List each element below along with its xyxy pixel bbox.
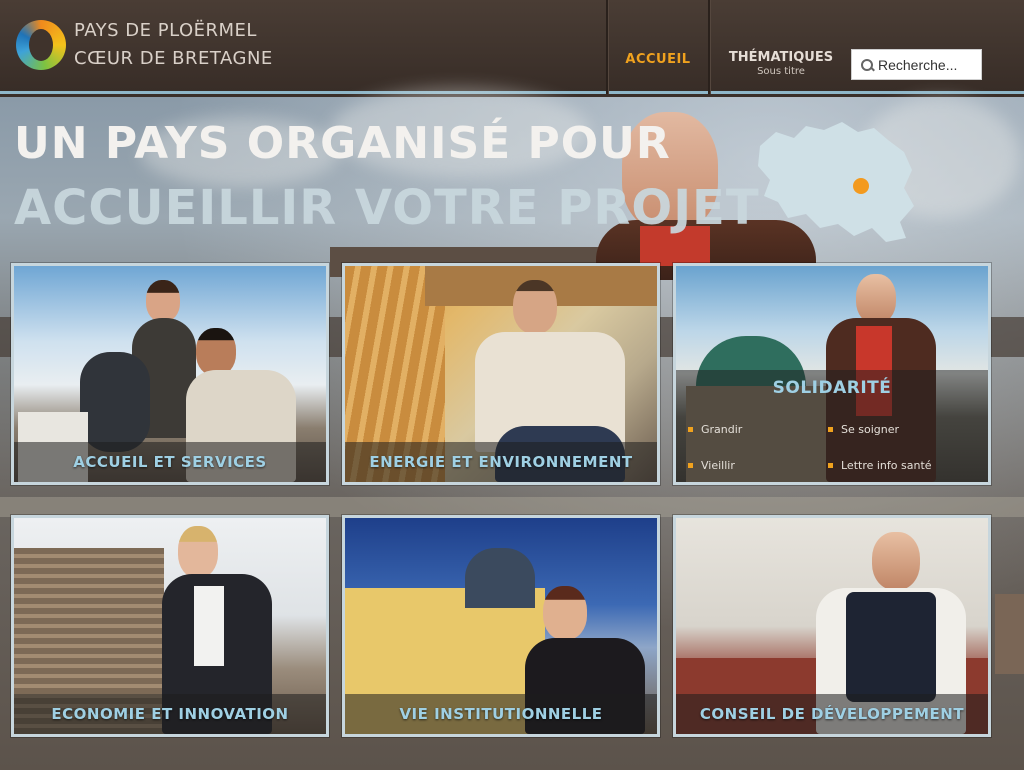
- link-lettre-info-sante[interactable]: Lettre info santé: [828, 459, 932, 472]
- tile-label-band: ECONOMIE ET INNOVATION: [14, 694, 326, 734]
- nav-item-thematiques[interactable]: THÉMATIQUES Sous titre: [726, 50, 836, 77]
- nav-divider: [708, 0, 710, 94]
- brand-tagline[interactable]: CŒUR DE BRETAGNE: [74, 48, 273, 69]
- hero-headline: UN PAYS ORGANISÉ POUR: [14, 118, 671, 169]
- link-se-soigner[interactable]: Se soigner: [828, 423, 899, 436]
- bullet-icon: [828, 427, 833, 432]
- tile-energie-environnement[interactable]: ENERGIE ET ENVIRONNEMENT: [342, 263, 660, 485]
- nav-item-accueil[interactable]: ACCUEIL: [618, 52, 698, 67]
- hero-subheadline: ACCUEILLIR VOTRE PROJET: [14, 180, 760, 236]
- brittany-map-icon: [758, 122, 914, 242]
- tile-label: ECONOMIE ET INNOVATION: [51, 705, 289, 723]
- tile-label: ENERGIE ET ENVIRONNEMENT: [369, 453, 633, 471]
- tile-label-band: VIE INSTITUTIONNELLE: [345, 694, 657, 734]
- site-header: PAYS DE PLOËRMEL CŒUR DE BRETAGNE ACCUEI…: [0, 0, 1024, 94]
- bullet-icon: [688, 427, 693, 432]
- nav-item-label: THÉMATIQUES: [728, 50, 834, 65]
- ring-logo-icon[interactable]: [16, 20, 66, 70]
- search-box[interactable]: [851, 49, 982, 80]
- tile-accueil-services[interactable]: ACCUEIL ET SERVICES: [11, 263, 329, 485]
- bullet-icon: [688, 463, 693, 468]
- tile-solidarite[interactable]: SOLIDARITÉ Grandir Se soigner Vieillir L…: [673, 263, 991, 485]
- tile-label-band: ACCUEIL ET SERVICES: [14, 442, 326, 482]
- search-icon[interactable]: [856, 54, 878, 76]
- tile-conseil-developpement[interactable]: CONSEIL DE DÉVELOPPEMENT: [673, 515, 991, 737]
- bullet-icon: [828, 463, 833, 468]
- tile-label: CONSEIL DE DÉVELOPPEMENT: [699, 705, 965, 723]
- tile-label: SOLIDARITÉ: [772, 378, 892, 398]
- tile-label: ACCUEIL ET SERVICES: [73, 453, 267, 471]
- tile-vie-institutionnelle[interactable]: VIE INSTITUTIONNELLE: [342, 515, 660, 737]
- tile-economie-innovation[interactable]: ECONOMIE ET INNOVATION: [11, 515, 329, 737]
- location-marker-icon: [853, 178, 869, 194]
- tile-label: VIE INSTITUTIONNELLE: [399, 705, 603, 723]
- tile-label-band: ENERGIE ET ENVIRONNEMENT: [345, 442, 657, 482]
- link-grandir[interactable]: Grandir: [688, 423, 742, 436]
- search-input[interactable]: [878, 51, 978, 78]
- tile-label-band: CONSEIL DE DÉVELOPPEMENT: [676, 694, 988, 734]
- brand-name[interactable]: PAYS DE PLOËRMEL: [74, 20, 257, 41]
- nav-item-sublabel: Sous titre: [757, 66, 805, 77]
- link-vieillir[interactable]: Vieillir: [688, 459, 735, 472]
- nav-divider: [606, 0, 608, 94]
